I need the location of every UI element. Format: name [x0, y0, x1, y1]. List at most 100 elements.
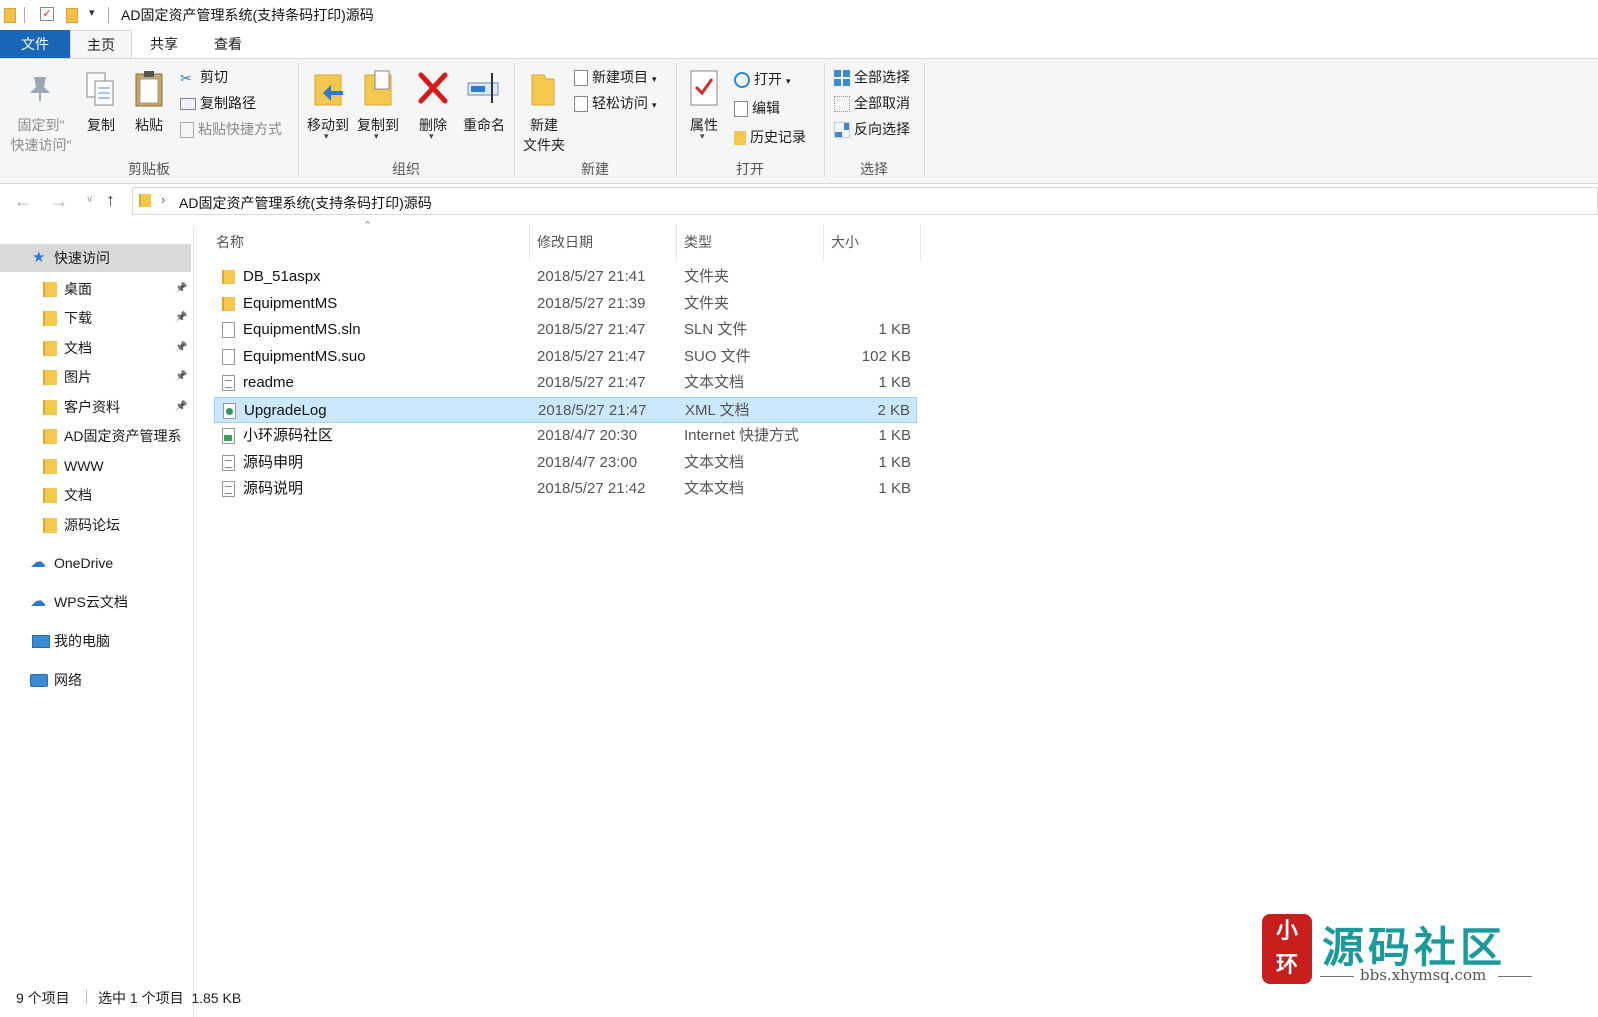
nav-item[interactable]: 客户资料 📌 [0, 393, 191, 421]
nav-item[interactable]: 源码论坛 [0, 511, 191, 539]
text-file-icon [222, 481, 235, 497]
file-name: readme [243, 374, 294, 391]
new-item-button[interactable]: 新建项目 ▾ [574, 66, 657, 88]
paste-icon [135, 71, 163, 107]
nav-onedrive[interactable]: ☁ OneDrive [0, 549, 191, 577]
open-button[interactable]: 打开 ▾ [734, 68, 791, 90]
file-name: EquipmentMS.sln [243, 321, 361, 338]
file-row[interactable]: UpgradeLog 2018/5/27 21:47 XML 文档 2 KB [214, 397, 917, 423]
select-all-label: 全部选择 [854, 69, 910, 85]
breadcrumb[interactable]: AD固定资产管理系统(支持条码打印)源码 [179, 193, 432, 213]
copy-path-button[interactable]: 复制路径 [180, 92, 256, 114]
copy-to-button[interactable]: 复制到 ▾ [354, 65, 402, 145]
copy-path-label: 复制路径 [200, 95, 256, 111]
invert-selection-button[interactable]: 反向选择 [834, 118, 910, 140]
move-to-button[interactable]: 移动到 ▾ [304, 65, 352, 145]
column-header-name[interactable]: 名称 [216, 230, 244, 254]
new-folder-button[interactable]: 新建 文件夹 [518, 65, 570, 155]
tab-view[interactable]: 查看 [198, 30, 258, 58]
properties-button[interactable]: 属性 ▾ [684, 65, 724, 145]
nav-item[interactable]: 桌面 📌 [0, 275, 191, 303]
edit-button[interactable]: 编辑 [734, 97, 780, 119]
file-row[interactable]: DB_51aspx 2018/5/27 21:41 文件夹 [214, 264, 917, 290]
nav-wps-cloud[interactable]: ☁ WPS云文档 [0, 588, 191, 616]
select-all-button[interactable]: 全部选择 [834, 66, 910, 88]
dropdown-arrow-icon: ▾ [324, 131, 329, 141]
nav-label: 图片 [64, 369, 92, 385]
tab-home[interactable]: 主页 [70, 30, 132, 59]
copy-button[interactable]: 复制 [80, 65, 122, 135]
rename-button[interactable]: 重命名 [458, 65, 510, 135]
column-header-type[interactable]: 类型 [684, 230, 712, 254]
file-date: 2018/5/27 21:41 [537, 268, 646, 285]
file-row[interactable]: EquipmentMS.sln 2018/5/27 21:47 SLN 文件 1 KB [214, 317, 917, 343]
file-row[interactable]: readme 2018/5/27 21:47 文本文档 1 KB [214, 370, 917, 396]
folder-icon [222, 297, 235, 311]
column-divider[interactable] [676, 224, 677, 260]
pin-to-quick-access-button[interactable]: 固定到" 快速访问" [4, 65, 78, 155]
pin-icon[interactable]: 📌 [175, 275, 187, 303]
column-header-size[interactable]: 大小 [831, 230, 859, 254]
column-divider[interactable] [823, 224, 824, 260]
nav-item[interactable]: 图片 📌 [0, 363, 191, 391]
column-divider[interactable] [529, 224, 530, 260]
seal-char: 环 [1275, 952, 1298, 977]
folder-icon [43, 282, 57, 297]
breadcrumb-chevron-icon[interactable]: › [161, 192, 165, 207]
file-row[interactable]: EquipmentMS 2018/5/27 21:39 文件夹 [214, 291, 917, 317]
file-name: 源码申明 [243, 454, 304, 471]
tab-share[interactable]: 共享 [134, 30, 194, 58]
column-header-date[interactable]: 修改日期 [537, 230, 593, 254]
select-none-label: 全部取消 [854, 95, 910, 111]
paste-shortcut-button[interactable]: 粘贴快捷方式 [180, 118, 282, 140]
selection-info: 选中 1 个项目 1.85 KB [98, 990, 242, 1006]
pin-icon[interactable]: 📌 [175, 304, 187, 332]
nav-network[interactable]: 网络 [0, 666, 191, 694]
pin-icon[interactable]: 📌 [175, 393, 187, 421]
file-date: 2018/4/7 23:00 [537, 454, 638, 471]
delete-button[interactable]: 删除 ▾ [412, 65, 454, 145]
paste-button[interactable]: 粘贴 [128, 65, 170, 135]
pin-icon[interactable]: 📌 [175, 363, 187, 391]
file-date: 2018/5/27 21:39 [537, 295, 646, 312]
up-arrow-icon[interactable]: ↑ [106, 190, 115, 211]
folder-icon [222, 270, 235, 284]
forward-arrow-icon[interactable]: → [50, 191, 68, 212]
nav-this-pc[interactable]: 我的电脑 [0, 627, 191, 655]
new-folder-label-line1: 新建 [530, 117, 558, 133]
nav-item[interactable]: 文档 [0, 481, 191, 509]
folder-icon [43, 311, 57, 326]
clipboard-group-label: 剪贴板 [128, 161, 170, 177]
file-row[interactable]: EquipmentMS.suo 2018/5/27 21:47 SUO 文件 102 … [214, 344, 917, 370]
history-button[interactable]: 历史记录 [734, 126, 806, 148]
seal-char: 小 [1275, 918, 1298, 943]
folder-icon [43, 429, 57, 444]
select-none-button[interactable]: 全部取消 [834, 92, 910, 114]
new-folder-quick-icon[interactable] [66, 8, 78, 23]
tab-file[interactable]: 文件 [0, 30, 70, 58]
nav-item[interactable]: WWW [0, 452, 191, 480]
nav-item[interactable]: 文档 📌 [0, 334, 191, 362]
file-row[interactable]: 源码申明 2018/4/7 23:00 文本文档 1 KB [214, 450, 917, 476]
select-group-label: 选择 [860, 161, 888, 177]
file-row[interactable]: 源码说明 2018/5/27 21:42 文本文档 1 KB [214, 476, 917, 502]
file-row[interactable]: 小环源码社区 2018/4/7 20:30 Internet 快捷方式 1 KB [214, 423, 917, 449]
star-icon: ★ [32, 249, 46, 266]
nav-label: 桌面 [64, 281, 92, 297]
address-field[interactable]: › AD固定资产管理系统(支持条码打印)源码 [132, 187, 1598, 215]
column-divider[interactable] [920, 224, 921, 260]
back-arrow-icon[interactable]: ← [14, 191, 32, 212]
properties-quick-icon[interactable]: ✓ [40, 7, 54, 21]
window-title: AD固定资产管理系统(支持条码打印)源码 [121, 7, 374, 23]
nav-item[interactable]: 下载 📌 [0, 304, 191, 332]
customize-quick-access-icon[interactable]: ▾ [89, 6, 95, 19]
xml-file-icon [223, 403, 236, 419]
cut-button[interactable]: ✂ 剪切 [180, 66, 228, 88]
easy-access-button[interactable]: 轻松访问 ▾ [574, 92, 657, 114]
pin-icon[interactable]: 📌 [175, 334, 187, 362]
nav-quick-access[interactable]: ★ 快速访问 [0, 244, 191, 272]
nav-item[interactable]: AD固定资产管理系 [0, 422, 191, 450]
folder-icon [43, 400, 57, 415]
recent-locations-icon[interactable]: ∨ [86, 194, 93, 205]
pin-label-line2: 快速访问" [10, 137, 72, 153]
